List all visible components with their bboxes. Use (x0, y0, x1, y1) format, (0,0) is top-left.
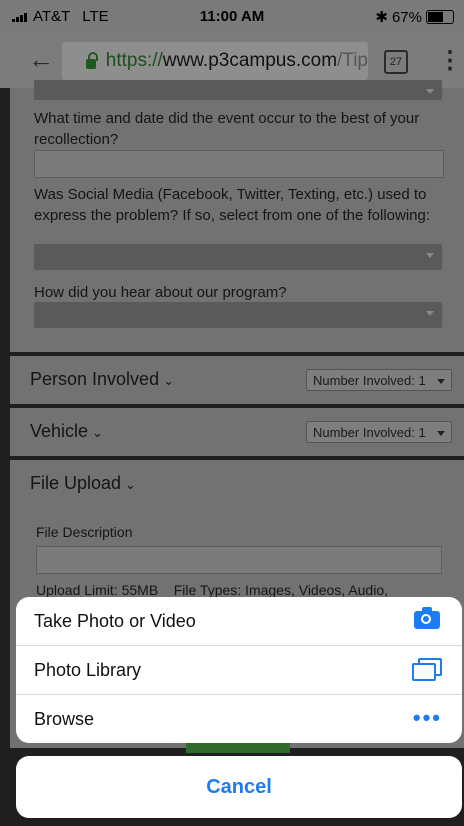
browse-option[interactable]: Browse ••• (16, 695, 462, 743)
more-dots-icon: ••• (412, 705, 442, 730)
status-right: ✱ 67% (375, 8, 454, 26)
take-photo-option[interactable]: Take Photo or Video (16, 597, 462, 646)
chevron-down-icon: ⌄ (163, 373, 174, 388)
social-media-select[interactable] (34, 244, 442, 270)
file-description-input[interactable] (36, 546, 442, 574)
photo-library-icon (412, 658, 442, 682)
url-path: /Tip (337, 50, 368, 71)
time-date-input[interactable] (34, 150, 444, 178)
number-label: Number Involved: 1 (313, 425, 426, 440)
overflow-menu-icon[interactable]: ⋮ (438, 46, 462, 75)
chevron-down-icon (426, 253, 434, 258)
previous-select[interactable] (34, 80, 442, 100)
submit-button-peek (186, 743, 290, 753)
photo-library-option[interactable]: Photo Library (16, 646, 462, 695)
number-label: Number Involved: 1 (313, 373, 426, 388)
cancel-button[interactable]: Cancel (16, 756, 462, 818)
battery-percent: 67% (391, 8, 422, 26)
chevron-down-icon (426, 311, 434, 316)
lock-icon (86, 52, 98, 69)
status-bar: AT&T LTE 11:00 AM ✱ 67% (0, 0, 464, 34)
back-arrow-icon[interactable]: ← (28, 44, 54, 75)
battery-fill (428, 12, 443, 22)
url-scheme: https:// (105, 50, 163, 71)
option-label: Browse (34, 709, 95, 729)
section-title-text: File Upload (30, 473, 122, 493)
person-number-select[interactable]: Number Involved: 1 (306, 369, 452, 391)
tab-count-button[interactable]: 27 (384, 50, 408, 74)
chevron-down-icon: ⌄ (92, 425, 103, 440)
section-person-involved[interactable]: Person Involved ⌄ Number Involved: 1 (10, 356, 464, 404)
vehicle-number-select[interactable]: Number Involved: 1 (306, 421, 452, 443)
file-description-label: File Description (36, 524, 133, 540)
option-label: Photo Library (34, 660, 142, 680)
section-vehicle[interactable]: Vehicle ⌄ Number Involved: 1 (10, 408, 464, 456)
section-title-text: Person Involved (30, 369, 160, 389)
heard-about-select[interactable] (34, 302, 442, 328)
chevron-down-icon: ⌄ (125, 477, 136, 492)
section-file-upload[interactable]: File Upload ⌄ (10, 460, 464, 508)
battery-icon (426, 10, 454, 24)
dropdown-arrow-icon (437, 379, 445, 384)
screen: AT&T LTE 11:00 AM ✱ 67% ← https://www.p3… (0, 0, 464, 826)
question-time-label: What time and date did the event occur t… (34, 110, 420, 148)
section-title: File Upload ⌄ (30, 473, 136, 494)
bluetooth-icon: ✱ (375, 9, 388, 26)
camera-icon (414, 607, 440, 629)
section-title: Person Involved ⌄ (30, 369, 174, 390)
option-label: Take Photo or Video (34, 611, 196, 631)
section-title: Vehicle ⌄ (30, 421, 103, 442)
question-social-label: Was Social Media (Facebook, Twitter, Tex… (34, 186, 431, 224)
question-heard-label: How did you hear about our program? (34, 284, 287, 301)
address-bar[interactable]: https://www.p3campus.com/Tip (62, 42, 368, 80)
url-host: www.p3campus.com (162, 50, 338, 71)
section-title-text: Vehicle (30, 421, 89, 441)
url-text: https://www.p3campus.com/Tip (106, 50, 368, 72)
upload-limits-text: Upload Limit: 55MB File Types: Images, V… (36, 582, 388, 598)
action-sheet: Take Photo or Video Photo Library Browse… (16, 597, 462, 743)
dropdown-arrow-icon (437, 431, 445, 436)
